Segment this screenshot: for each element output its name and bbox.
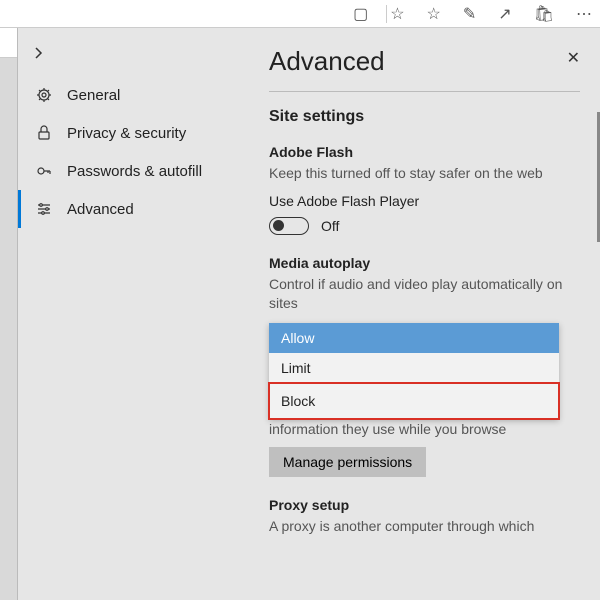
active-tab[interactable]: [0, 28, 17, 58]
browser-toolbar: ▢ ☆ ☆ ✎ ↗ 🛍 ⋯: [0, 0, 600, 28]
proxy-section: Proxy setup A proxy is another computer …: [269, 497, 580, 536]
sidebar-item-general[interactable]: General: [18, 76, 243, 114]
flash-use-label: Use Adobe Flash Player: [269, 193, 580, 209]
sliders-icon: [35, 200, 53, 218]
pen-icon[interactable]: ✎: [463, 4, 476, 24]
tab-strip: [0, 28, 18, 600]
divider: [269, 91, 580, 92]
manage-permissions-button[interactable]: Manage permissions: [269, 447, 426, 477]
flash-heading: Adobe Flash: [269, 144, 580, 160]
sidebar-item-passwords[interactable]: Passwords & autofill: [18, 152, 243, 190]
option-limit[interactable]: Limit: [269, 353, 559, 383]
proxy-desc: A proxy is another computer through whic…: [269, 517, 580, 536]
favorite-star-icon[interactable]: ☆: [390, 4, 404, 24]
option-block[interactable]: Block: [269, 383, 559, 419]
settings-sidebar: General Privacy & security Passwords & a…: [18, 28, 243, 600]
more-icon[interactable]: ⋯: [576, 4, 592, 24]
page-title: Advanced: [269, 46, 580, 77]
sidebar-item-privacy[interactable]: Privacy & security: [18, 114, 243, 152]
toolbar-separator: [386, 5, 387, 23]
section-heading: Site settings: [269, 108, 580, 126]
favorites-add-icon[interactable]: ☆: [427, 4, 441, 24]
toggle-state-label: Off: [321, 218, 339, 234]
sidebar-item-label: Advanced: [67, 201, 134, 218]
sidebar-item-label: General: [67, 87, 120, 104]
autoplay-desc: Control if audio and video play automati…: [269, 275, 580, 313]
autoplay-dropdown[interactable]: Allow Limit Block: [269, 323, 559, 419]
share-icon[interactable]: ↗: [498, 4, 511, 24]
sidebar-item-label: Privacy & security: [67, 125, 186, 142]
content-pane: ✕ Advanced Site settings Adobe Flash Kee…: [243, 28, 600, 600]
autoplay-heading: Media autoplay: [269, 255, 580, 271]
key-icon: [35, 162, 53, 180]
sidebar-item-label: Passwords & autofill: [67, 163, 202, 180]
flash-desc: Keep this turned off to stay safer on th…: [269, 164, 580, 183]
reading-list-icon[interactable]: ▢: [353, 4, 368, 24]
close-icon[interactable]: ✕: [567, 48, 580, 68]
permissions-text: information they use while you browse: [269, 421, 580, 437]
sidebar-item-advanced[interactable]: Advanced: [18, 190, 243, 228]
flash-section: Adobe Flash Keep this turned off to stay…: [269, 144, 580, 235]
lock-icon: [35, 124, 53, 142]
flash-toggle[interactable]: [269, 217, 309, 235]
option-allow[interactable]: Allow: [269, 323, 559, 353]
store-icon[interactable]: 🛍: [534, 4, 554, 24]
toggle-knob: [273, 220, 284, 231]
autoplay-section: Media autoplay Control if audio and vide…: [269, 255, 580, 477]
back-button[interactable]: [18, 38, 243, 76]
proxy-heading: Proxy setup: [269, 497, 580, 513]
gear-icon: [35, 86, 53, 104]
